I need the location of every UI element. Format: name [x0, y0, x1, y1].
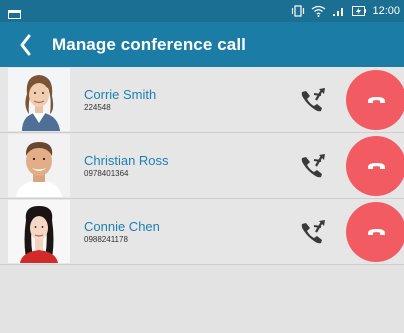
avatar — [8, 134, 70, 197]
participant-row: Christian Ross 0978401364 — [0, 133, 404, 199]
hangup-button[interactable] — [346, 70, 404, 130]
hangup-button[interactable] — [346, 202, 404, 262]
contact-name: Corrie Smith — [84, 87, 157, 102]
vibrate-icon — [291, 5, 305, 17]
split-call-icon — [301, 154, 325, 178]
participant-row: Corrie Smith 224548 — [0, 67, 404, 133]
status-time: 12:00 — [372, 5, 400, 17]
battery-charging-icon — [352, 5, 367, 17]
split-call-button[interactable] — [298, 216, 330, 248]
contact-number: 0978401364 — [84, 169, 129, 178]
notification-icon — [8, 6, 21, 19]
contact-number: 0988241178 — [84, 235, 128, 244]
signal-icon — [332, 5, 346, 17]
avatar — [8, 68, 70, 131]
back-chevron-icon — [20, 34, 31, 56]
participant-list: Corrie Smith 224548 Christian Ross 09784… — [0, 67, 404, 265]
avatar — [8, 200, 70, 263]
hangup-icon — [368, 229, 385, 235]
hangup-button[interactable] — [346, 136, 404, 196]
page-title: Manage conference call — [52, 35, 246, 54]
contact-number: 224548 — [84, 103, 111, 112]
split-call-icon — [301, 220, 325, 244]
status-bar: 12:00 — [0, 0, 404, 22]
conference-call-screen: 12:00 Manage conference call Corrie Smit… — [0, 0, 404, 333]
split-call-button[interactable] — [298, 84, 330, 116]
contact-name: Connie Chen — [84, 219, 160, 234]
hangup-icon — [368, 163, 385, 169]
hangup-icon — [368, 97, 385, 103]
participant-row: Connie Chen 0988241178 — [0, 199, 404, 265]
split-call-icon — [301, 88, 325, 112]
wifi-icon — [311, 5, 326, 17]
back-button[interactable] — [14, 32, 38, 58]
title-bar: Manage conference call — [0, 22, 404, 67]
split-call-button[interactable] — [298, 150, 330, 182]
contact-name: Christian Ross — [84, 153, 169, 168]
